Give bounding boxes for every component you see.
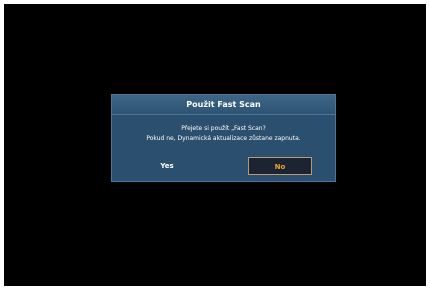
dialog-info: Pokud ne, Dynamická aktualizace zůstane … <box>146 135 301 142</box>
yes-button[interactable]: Yes <box>152 157 182 175</box>
dialog-question: Přejete si použít „Fast Scan? <box>181 125 266 132</box>
tv-screen: Použit Fast Scan Přejete si použít „Fast… <box>4 4 426 286</box>
no-button[interactable]: No <box>248 157 312 175</box>
dialog-title: Použit Fast Scan <box>112 95 335 115</box>
fast-scan-dialog: Použit Fast Scan Přejete si použít „Fast… <box>111 94 336 182</box>
